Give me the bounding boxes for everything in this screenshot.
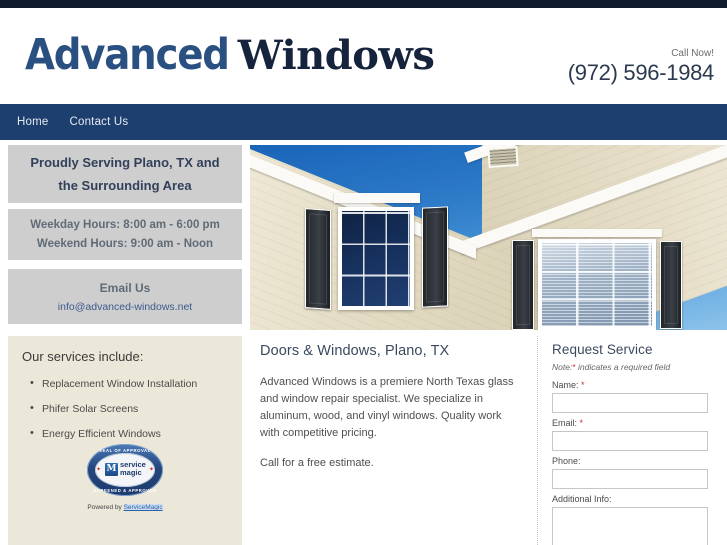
window-header-trim <box>334 193 420 203</box>
name-input[interactable] <box>552 393 708 413</box>
powered-by-prefix: Powered by <box>87 504 124 511</box>
column-divider <box>537 336 538 545</box>
attic-vent <box>487 145 519 169</box>
phone-field-label: Phone: <box>552 454 715 468</box>
email-input[interactable] <box>552 431 708 451</box>
service-magic-seal-icon[interactable]: SEAL OF APPROVAL SCREENED & APPROVED ✦ ✦… <box>87 444 163 496</box>
seal-star-right-icon: ✦ <box>149 467 155 473</box>
note-text: indicates a required field <box>575 362 671 372</box>
wordmark-line-2: magic <box>120 468 142 477</box>
email-us-box: Email Us info@advanced-windows.net <box>8 269 242 324</box>
phone-label-text: Phone: <box>552 456 581 466</box>
intro-paragraph: Advanced Windows is a premiere North Tex… <box>260 376 514 439</box>
services-panel: Our services include: Replacement Window… <box>8 336 242 545</box>
nav-item-contact-us[interactable]: Contact Us <box>69 116 128 128</box>
list-item: Phifer Solar Screens <box>30 401 242 416</box>
site-logo[interactable]: Advanced Windows <box>25 32 435 79</box>
main-navigation: Home Contact Us <box>0 104 727 140</box>
window2-shutter-left <box>512 240 534 330</box>
nav-item-home[interactable]: Home <box>17 116 48 128</box>
additional-info-label: Additional Info: <box>552 494 612 504</box>
powered-by-line: Powered by ServiceMagic <box>8 504 242 511</box>
content-area: Proudly Serving Plano, TX and the Surrou… <box>0 140 727 545</box>
phone-number[interactable]: (972) 596-1984 <box>568 60 715 86</box>
email-us-title: Email Us <box>99 281 151 295</box>
site-header: Advanced Windows Call Now! (972) 596-1984 <box>0 8 727 104</box>
logo-word-advanced: Advanced <box>25 30 230 80</box>
email-field-label: Email: * <box>552 416 715 430</box>
window2-mullions-horizontal <box>542 243 652 326</box>
window-shutter-left <box>305 208 331 310</box>
powered-by-link[interactable]: ServiceMagic <box>123 504 163 511</box>
house-window-right <box>538 239 656 330</box>
logo-word-windows: Windows <box>237 32 435 79</box>
window2-shutter-right <box>660 241 682 329</box>
window-mullions-horizontal <box>342 211 410 306</box>
email-label-text: Email: <box>552 418 578 428</box>
business-hours-box: Weekday Hours: 8:00 am - 6:00 pm Weekend… <box>8 209 242 260</box>
seal-arc-bottom-text: SCREENED & APPROVED <box>93 487 157 493</box>
name-field-label: Name: * <box>552 378 715 392</box>
house-window-left <box>338 207 414 310</box>
hero-house-photo <box>250 145 727 330</box>
service-magic-badge-wrap: SEAL OF APPROVAL SCREENED & APPROVED ✦ ✦… <box>8 444 242 511</box>
name-required-star: * <box>581 380 585 390</box>
request-service-form: Request Service Note:* indicates a requi… <box>546 336 727 545</box>
services-list: Replacement Window Installation Phifer S… <box>8 376 242 441</box>
service-magic-wordmark: service magic <box>120 461 146 477</box>
services-heading: Our services include: <box>22 349 144 364</box>
serving-area-box: Proudly Serving Plano, TX and the Surrou… <box>8 145 242 203</box>
name-label-text: Name: <box>552 380 579 390</box>
window2-header-trim <box>532 229 662 237</box>
window-shutter-right <box>422 206 448 308</box>
service-magic-m-logo: M <box>105 463 118 476</box>
serving-area-text: Proudly Serving Plano, TX and the Surrou… <box>30 155 220 193</box>
main-text-column: Doors & Windows, Plano, TX Advanced Wind… <box>250 336 535 545</box>
weekday-hours: Weekday Hours: 8:00 am - 6:00 pm <box>30 219 220 231</box>
seal-star-left-icon: ✦ <box>96 467 102 473</box>
form-heading: Request Service <box>552 342 653 357</box>
email-address-link[interactable]: info@advanced-windows.net <box>58 299 192 316</box>
top-accent-bar <box>0 0 727 8</box>
weekend-hours: Weekend Hours: 9:00 am - Noon <box>36 238 214 250</box>
page-root: Advanced Windows Call Now! (972) 596-1984… <box>0 0 727 545</box>
email-required-star: * <box>579 418 584 428</box>
cta-paragraph: Call for a free estimate. <box>260 457 374 469</box>
phone-input[interactable] <box>552 469 708 489</box>
page-title: Doors & Windows, Plano, TX <box>260 343 450 359</box>
note-prefix: Note: <box>552 362 573 372</box>
seal-arc-top-text: SEAL OF APPROVAL <box>99 447 151 453</box>
form-required-note: Note:* indicates a required field <box>552 361 715 374</box>
list-item: Replacement Window Installation <box>30 376 242 391</box>
list-item: Energy Efficient Windows <box>30 426 242 441</box>
header-call-block: Call Now! (972) 596-1984 <box>568 48 715 86</box>
call-now-label: Call Now! <box>671 48 714 59</box>
additional-info-textarea[interactable] <box>552 507 708 545</box>
